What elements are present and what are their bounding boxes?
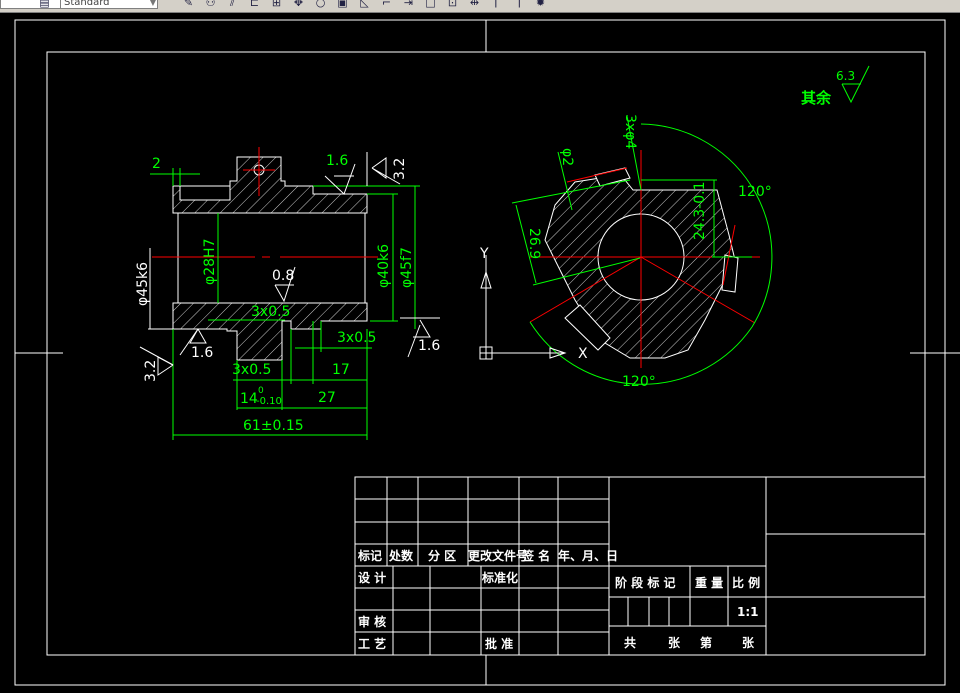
join-icon[interactable]: ⇹ (468, 0, 481, 9)
draw-order-icon[interactable]: ⚇ (204, 0, 217, 9)
dim-14-tol-upper: 0 (258, 386, 264, 396)
move-icon[interactable]: ✥ (292, 0, 305, 9)
chamfer-icon[interactable]: ⌈ (490, 0, 503, 9)
stretch-icon[interactable]: ◺ (358, 0, 371, 9)
tb-review: 审 核 (358, 614, 386, 629)
dim-17: 17 (332, 362, 350, 378)
title-block (354, 476, 926, 656)
tb-scale-value: 1:1 (737, 605, 759, 619)
dim-26-9: 26.9 (526, 228, 542, 259)
tb-total: 共 (624, 635, 636, 650)
tb-scale: 比 例 (732, 575, 760, 590)
right-end-view: Y X 3xφ4 φ2 26.9 24.3-0.1 120° 120° (479, 114, 773, 390)
extend-icon[interactable]: ⇥ (402, 0, 415, 9)
title-block-labels: 标记 处数 分 区 更改文件号 签 名 年、月、日 设 计 标准化 审 核 工 … (357, 548, 760, 651)
chevron-down-icon: ▼ (149, 0, 156, 7)
text-style-dropdown[interactable]: Standard ▼ (60, 0, 158, 9)
general-roughness-note: 其余 6.3 (801, 65, 870, 107)
modify-toolbar: ▼ ▤ Standard ▼ ✎ ⚇ ⫽ ⊏ ⊞ ✥ ○ ▣ ◺ ⌐ ⇥ □ ⊡ ⇹ ⌈ ⌉ ✹ (0, 0, 960, 13)
tb-no: 第 (700, 635, 712, 650)
fillet-icon[interactable]: ⌉ (512, 0, 525, 9)
dim-14-tol-lower: -0.10 (256, 396, 282, 407)
angle-top: 120° (738, 184, 772, 200)
roughness-note-label: 其余 (801, 89, 832, 107)
roughness-note-value: 6.3 (836, 69, 855, 83)
rotate-icon[interactable]: ○ (314, 0, 327, 9)
ucs-y-label: Y (479, 246, 489, 262)
break-icon[interactable]: □ (424, 0, 437, 9)
dim-24-3: 24.3-0.1 (692, 182, 708, 241)
tb-weight: 重 量 (695, 575, 723, 590)
tb-stage-mark: 阶 段 标 记 (615, 575, 676, 590)
text-style-icon[interactable]: ▤ (38, 0, 51, 9)
dim-27: 27 (318, 390, 336, 406)
tb-header-signature: 签 名 (521, 548, 550, 563)
dim-groove-bottom: 3x0.5 (232, 362, 271, 378)
break-at-point-icon[interactable]: ⊡ (446, 0, 459, 9)
tb-approve: 批 准 (485, 636, 513, 651)
tb-process: 工 艺 (358, 636, 386, 651)
tb-header-date: 年、月、日 (558, 548, 618, 563)
tb-header-mark: 标记 (357, 548, 382, 563)
dim-d45f7: φ45f7 (399, 247, 415, 288)
roughness-top: 1.6 (326, 153, 348, 169)
roughness-right: 1.6 (418, 338, 440, 354)
ucs-x-label: X (578, 346, 588, 362)
dim-d45k6: φ45k6 (135, 262, 151, 306)
dim-bore: φ28H7 (202, 239, 218, 285)
tb-design: 设 计 (358, 570, 386, 585)
mirror-icon[interactable]: ⫽ (226, 0, 239, 9)
roughness-bottom: 1.6 (191, 345, 213, 361)
scale-icon[interactable]: ▣ (336, 0, 349, 9)
drawing-canvas[interactable]: 2 1.6 3.2 φ28H7 φ40k6 φ45f7 φ45k6 0.8 3x… (0, 13, 960, 693)
dim-holes: 3xφ4 (622, 114, 638, 149)
tb-header-zone: 分 区 (428, 548, 456, 563)
left-section-view: 2 1.6 3.2 φ28H7 φ40k6 φ45f7 φ45k6 0.8 3x… (135, 147, 440, 440)
tb-sheets: 张 (668, 635, 681, 650)
tb-header-change-doc: 更改文件号 (468, 548, 528, 563)
roughness-left: 3.2 (143, 360, 159, 382)
dim-groove-right: 3x0.5 (337, 330, 376, 346)
dim-61: 61±0.15 (243, 418, 304, 434)
angle-bottom: 120° (622, 374, 656, 390)
roughness-bore: 0.8 (272, 268, 294, 284)
hatch-icon[interactable]: ✎ (182, 0, 195, 9)
trim-icon[interactable]: ⌐ (380, 0, 393, 9)
text-style-value: Standard (64, 0, 110, 8)
offset-icon[interactable]: ⊏ (248, 0, 261, 9)
tb-standardize: 标准化 (481, 570, 518, 585)
tb-header-count: 处数 (388, 548, 414, 563)
explode-icon[interactable]: ✹ (534, 0, 547, 9)
dim-2: 2 (152, 156, 161, 172)
dim-phi2: φ2 (559, 148, 575, 166)
dim-groove-inner: 3x0.5 (251, 304, 290, 320)
roughness-top-right: 3.2 (392, 158, 408, 180)
array-icon[interactable]: ⊞ (270, 0, 283, 9)
dim-d40k6: φ40k6 (376, 244, 392, 288)
tb-sheet: 张 (742, 635, 755, 650)
